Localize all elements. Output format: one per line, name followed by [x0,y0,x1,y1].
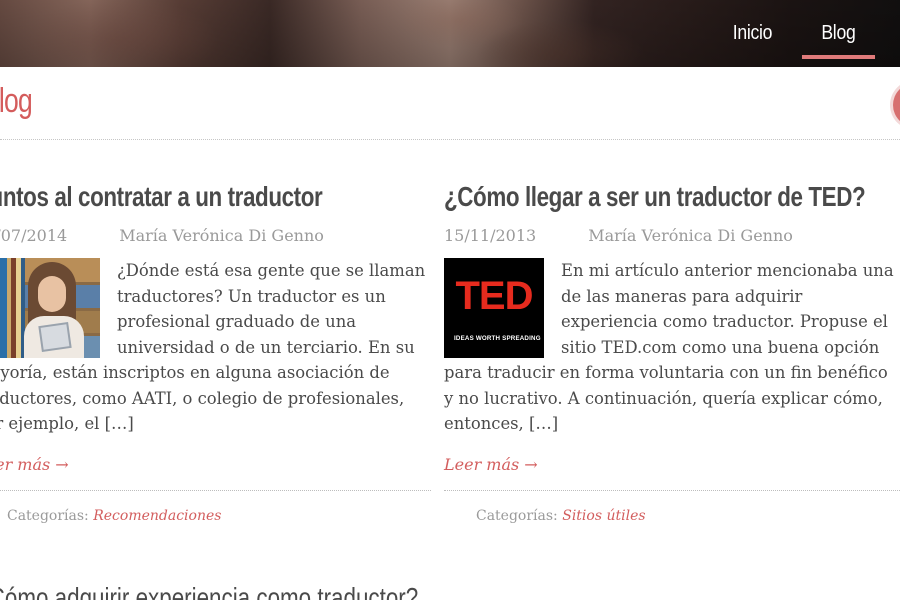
categories-label: Categorías: [476,507,558,524]
next-post-title[interactable]: ¿Cómo adquirir experiencia como traducto… [0,582,418,600]
page-title: Blog [0,82,33,120]
ted-logo-text: TED [455,274,534,318]
post-date: 15/11/2013 [444,226,537,245]
header-banner: Inicio Blog [0,0,900,67]
ted-tagline: IDEAS WORTH SPREADING [454,335,541,342]
post-categories: Categorías: Recomendaciones [0,508,433,524]
post-card: ¿Cómo llegar a ser un traductor de TED? … [444,178,900,524]
post-divider [444,489,900,491]
post-thumbnail[interactable] [0,258,100,358]
categories-label: Categorías: [7,507,89,524]
post-card: Puntos al contratar a un traductor 07/07… [0,178,433,524]
post-categories: Categorías: Sitios útiles [444,508,900,524]
ted-logo-icon[interactable]: TED IDEAS WORTH SPREADING [444,258,544,358]
nav-item-inicio[interactable]: Inicio [714,0,792,67]
post-meta: 15/11/2013 María Verónica Di Genno [444,226,900,245]
main-nav: Inicio Blog [708,0,880,67]
nav-item-blog[interactable]: Blog [802,0,875,67]
post-excerpt-block: ¿Dónde está esa gente que se llaman trad… [0,258,433,437]
post-excerpt-block: TED IDEAS WORTH SPREADING En mi artículo… [444,258,900,437]
post-title[interactable]: Puntos al contratar a un traductor [0,178,341,216]
read-more-link[interactable]: Leer más → [0,455,433,474]
category-link[interactable]: Recomendaciones [93,508,221,524]
category-link[interactable]: Sitios útiles [562,508,645,524]
post-divider [0,489,431,491]
post-date: 07/07/2014 [0,226,68,245]
title-divider [0,139,900,140]
post-author[interactable]: María Verónica Di Genno [588,226,793,245]
post-title[interactable]: ¿Cómo llegar a ser un traductor de TED? [444,178,866,216]
page-title-badge [893,83,900,127]
read-more-link[interactable]: Leer más → [444,455,900,474]
post-author[interactable]: María Verónica Di Genno [119,226,324,245]
post-meta: 07/07/2014 María Verónica Di Genno [0,226,433,245]
